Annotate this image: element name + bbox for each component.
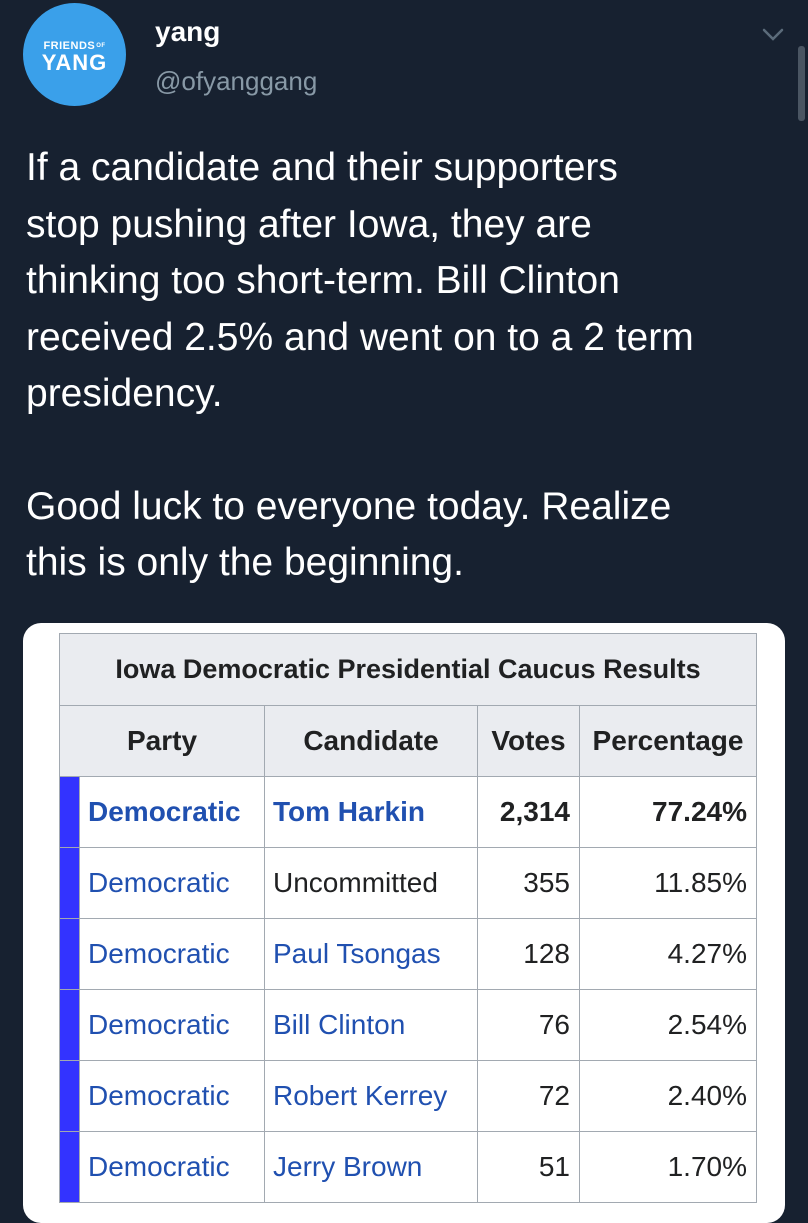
party-color-swatch [59, 776, 80, 848]
display-name[interactable]: yang [155, 16, 220, 48]
percentage-cell: 1.70% [579, 1131, 757, 1203]
table-row: Democratic Paul Tsongas 128 4.27% [59, 918, 757, 990]
party-link[interactable]: Democratic [79, 776, 265, 848]
table-caption: Iowa Democratic Presidential Caucus Resu… [59, 633, 757, 706]
table-row: Democratic Robert Kerrey 72 2.40% [59, 1060, 757, 1132]
avatar-logo-bottom: YANG [41, 49, 108, 75]
chevron-down-icon[interactable] [758, 20, 788, 50]
party-link[interactable]: Democratic [79, 989, 265, 1061]
votes-cell: 355 [477, 847, 580, 919]
party-link[interactable]: Democratic [79, 847, 265, 919]
header-percentage: Percentage [579, 705, 757, 777]
table-row: Democratic Tom Harkin 2,314 77.24% [59, 776, 757, 848]
avatar[interactable]: FRIENDSOF YANG [23, 3, 126, 106]
header-candidate: Candidate [264, 705, 478, 777]
votes-cell: 51 [477, 1131, 580, 1203]
table-row: Democratic Jerry Brown 51 1.70% [59, 1131, 757, 1203]
header-party: Party [59, 705, 265, 777]
candidate-cell: Uncommitted [264, 847, 478, 919]
votes-cell: 128 [477, 918, 580, 990]
percentage-cell: 77.24% [579, 776, 757, 848]
tweet-paragraph: If a candidate and their supporters stop… [26, 146, 694, 415]
tweet-paragraph: Good luck to everyone today. Realize thi… [26, 484, 672, 585]
percentage-cell: 11.85% [579, 847, 757, 919]
results-table: Iowa Democratic Presidential Caucus Resu… [59, 633, 757, 1203]
party-color-swatch [59, 1060, 80, 1132]
party-link[interactable]: Democratic [79, 1060, 265, 1132]
table-row: Democratic Bill Clinton 76 2.54% [59, 989, 757, 1061]
attached-image-card[interactable]: Iowa Democratic Presidential Caucus Resu… [23, 623, 785, 1223]
candidate-link[interactable]: Bill Clinton [264, 989, 478, 1061]
votes-cell: 2,314 [477, 776, 580, 848]
scrollbar[interactable] [798, 46, 805, 121]
candidate-link[interactable]: Tom Harkin [264, 776, 478, 848]
candidate-link[interactable]: Jerry Brown [264, 1131, 478, 1203]
percentage-cell: 4.27% [579, 918, 757, 990]
votes-cell: 76 [477, 989, 580, 1061]
candidate-link[interactable]: Paul Tsongas [264, 918, 478, 990]
tweet-text: If a candidate and their supporters stop… [26, 140, 796, 592]
table-row: Democratic Uncommitted 355 11.85% [59, 847, 757, 919]
percentage-cell: 2.40% [579, 1060, 757, 1132]
party-color-swatch [59, 989, 80, 1061]
party-link[interactable]: Democratic [79, 918, 265, 990]
party-color-swatch [59, 847, 80, 919]
votes-cell: 72 [477, 1060, 580, 1132]
party-color-swatch [59, 918, 80, 990]
percentage-cell: 2.54% [579, 989, 757, 1061]
party-link[interactable]: Democratic [79, 1131, 265, 1203]
party-color-swatch [59, 1131, 80, 1203]
header-votes: Votes [477, 705, 580, 777]
candidate-link[interactable]: Robert Kerrey [264, 1060, 478, 1132]
user-handle[interactable]: @ofyanggang [155, 66, 317, 97]
